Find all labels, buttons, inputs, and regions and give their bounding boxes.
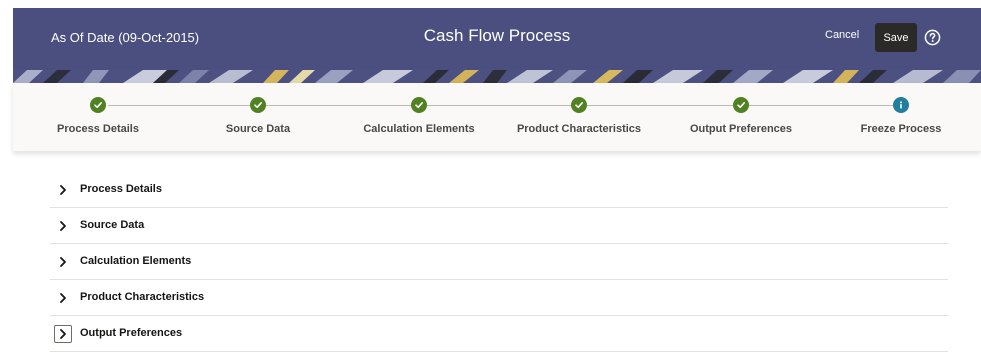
chevron-right-icon[interactable] <box>57 220 69 232</box>
train-step-product-characteristics[interactable]: Product Characteristics <box>494 83 664 151</box>
train-step-freeze-process[interactable]: Freeze Process <box>816 83 981 151</box>
section-label: Product Characteristics <box>80 291 205 303</box>
page-header: As Of Date (09-Oct-2015) Cash Flow Proce… <box>13 8 981 83</box>
cancel-button[interactable]: Cancel <box>825 29 859 41</box>
section-product-characteristics[interactable]: Product Characteristics <box>50 280 948 316</box>
check-icon <box>411 97 427 113</box>
train-step-process-details[interactable]: Process Details <box>13 83 183 151</box>
check-icon <box>733 97 749 113</box>
check-icon <box>250 97 266 113</box>
section-accordion: Process Details Source Data Calculation … <box>50 172 948 352</box>
train-step-calculation-elements[interactable]: Calculation Elements <box>334 83 504 151</box>
page: As Of Date (09-Oct-2015) Cash Flow Proce… <box>0 0 981 362</box>
header-decorative-pattern <box>13 70 981 83</box>
chevron-right-icon[interactable] <box>57 256 69 268</box>
section-label: Process Details <box>80 183 162 195</box>
help-circle-icon[interactable] <box>924 29 941 46</box>
section-process-details[interactable]: Process Details <box>50 172 948 208</box>
section-calculation-elements[interactable]: Calculation Elements <box>50 244 948 280</box>
chevron-right-icon[interactable] <box>57 292 69 304</box>
save-button[interactable]: Save <box>875 23 917 52</box>
train-step-label: Source Data <box>225 123 291 135</box>
section-label: Source Data <box>80 219 145 231</box>
train-step-label: Calculation Elements <box>363 123 475 135</box>
check-icon <box>571 97 587 113</box>
chevron-right-icon[interactable] <box>57 328 69 340</box>
info-icon <box>893 97 909 113</box>
train-step-label: Process Details <box>57 123 139 135</box>
train-step-source-data[interactable]: Source Data <box>173 83 343 151</box>
check-icon <box>90 97 106 113</box>
train-step-label: Freeze Process <box>860 123 942 135</box>
train-step-output-preferences[interactable]: Output Preferences <box>656 83 826 151</box>
process-train: Process Details Source Data Calculation … <box>13 83 981 151</box>
chevron-right-icon[interactable] <box>57 184 69 196</box>
train-step-label: Product Characteristics <box>516 123 642 135</box>
train-step-label: Output Preferences <box>689 123 793 135</box>
section-label: Calculation Elements <box>80 255 192 267</box>
section-output-preferences[interactable]: Output Preferences <box>50 316 948 352</box>
section-source-data[interactable]: Source Data <box>50 208 948 244</box>
section-label: Output Preferences <box>80 327 183 339</box>
header-bar: As Of Date (09-Oct-2015) Cash Flow Proce… <box>13 8 981 70</box>
